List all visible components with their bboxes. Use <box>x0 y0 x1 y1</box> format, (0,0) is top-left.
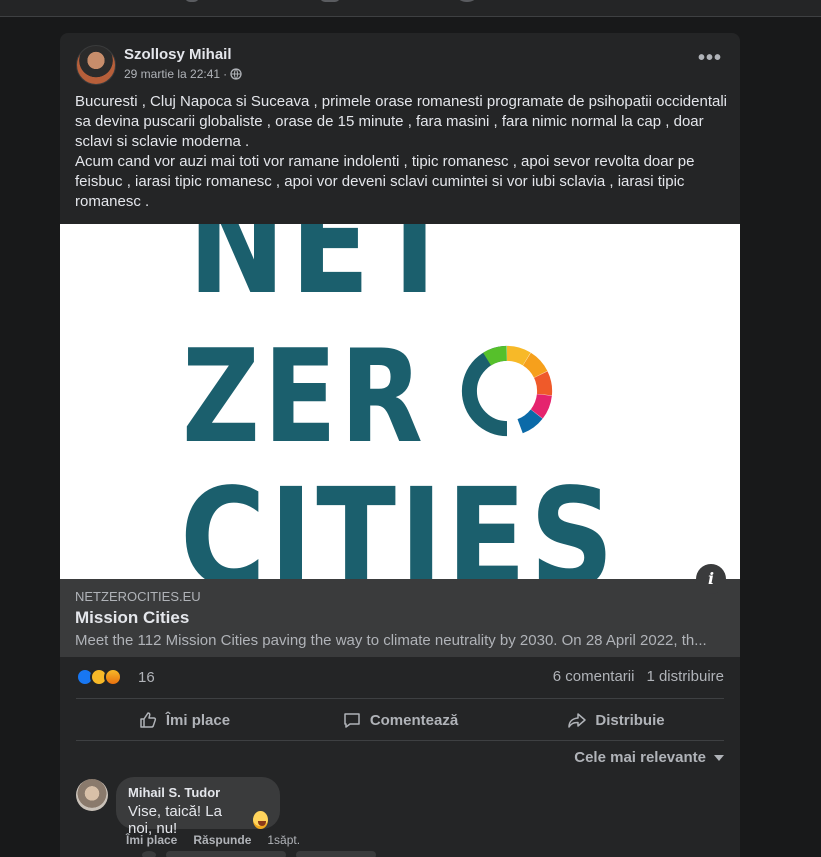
comment-text: Vise, taică! La noi, nu! <box>128 803 222 837</box>
comment-icon <box>344 713 360 728</box>
top-navigation-bar <box>0 0 821 17</box>
engagement-counts: 6 comentarii 1 distribuire <box>553 668 724 685</box>
comment-actions: Îmi place Răspunde 1săpt. <box>126 833 300 847</box>
share-button[interactable]: Distribuie <box>508 700 724 740</box>
sort-label: Cele mai relevante <box>574 749 706 766</box>
author-avatar[interactable] <box>76 45 116 85</box>
caret-down-icon <box>714 754 724 761</box>
nav-icon[interactable] <box>185 0 199 2</box>
meta-separator: · <box>223 67 228 81</box>
share-icon <box>568 713 587 728</box>
post-card: Szollosy Mihail 29 martie la 22:41 · •••… <box>60 33 740 857</box>
laughing-emoji-icon <box>253 811 268 829</box>
comment-item: Mihail S. Tudor Vise, taică! La noi, nu!… <box>76 777 724 857</box>
image-text-cities: CITIES <box>180 460 618 579</box>
post-text: Bucuresti , Cluj Napoca si Suceava , pri… <box>75 92 730 212</box>
comment-reply-button[interactable]: Răspunde <box>193 833 251 847</box>
divider <box>76 698 724 699</box>
angry-reaction-icon <box>104 668 122 686</box>
reaction-count[interactable]: 16 <box>138 669 155 686</box>
post-actions: Îmi place Comentează Distribuie <box>76 700 724 740</box>
sdg-color-wheel <box>461 345 553 437</box>
comment-label: Comentează <box>369 711 459 729</box>
commenter-name[interactable]: Mihail S. Tudor <box>128 785 268 800</box>
shares-count[interactable]: 1 distribuire <box>646 668 724 685</box>
post-header: Szollosy Mihail 29 martie la 22:41 · ••• <box>76 45 724 85</box>
commenter-avatar[interactable] <box>76 779 108 811</box>
post-text-paragraph: Acum cand vor auzi mai toti vor ramane i… <box>75 153 695 210</box>
post-timestamp[interactable]: 29 martie la 22:41 <box>124 67 220 81</box>
post-meta: 29 martie la 22:41 · <box>124 67 242 81</box>
comments-count[interactable]: 6 comentarii <box>553 668 635 685</box>
like-button[interactable]: Îmi place <box>76 700 292 740</box>
reactions-row: 16 6 comentarii 1 distribuire <box>76 667 724 689</box>
comment-bubble: Mihail S. Tudor Vise, taică! La noi, nu! <box>116 777 280 837</box>
link-domain: NETZEROCITIES.EU <box>75 589 201 604</box>
share-label: Distribuie <box>595 711 665 729</box>
comment-sort-dropdown[interactable]: Cele mai relevante <box>574 749 724 766</box>
thumbs-up-icon <box>140 712 157 728</box>
link-title[interactable]: Mission Cities <box>75 608 189 628</box>
globe-icon <box>230 68 242 80</box>
post-text-paragraph: Bucuresti , Cluj Napoca si Suceava , pri… <box>75 93 727 150</box>
like-label: Îmi place <box>165 711 231 729</box>
more-options-button[interactable]: ••• <box>692 48 728 77</box>
comment-button[interactable]: Comentează <box>292 700 508 740</box>
replies-preview[interactable] <box>142 851 442 857</box>
comment-text-row: Vise, taică! La noi, nu! <box>128 803 268 837</box>
comment-like-button[interactable]: Îmi place <box>126 833 177 847</box>
nav-icon[interactable] <box>458 0 476 2</box>
comment-time[interactable]: 1săpt. <box>267 833 300 847</box>
info-icon[interactable]: i <box>696 564 726 594</box>
image-text-zero: ZER <box>182 323 427 472</box>
nav-icon[interactable] <box>320 0 340 2</box>
divider <box>76 740 724 741</box>
image-text-net: NET <box>188 224 460 326</box>
link-preview-image[interactable]: NET ZER CITIES <box>60 224 740 579</box>
reaction-icons[interactable] <box>76 668 122 686</box>
link-preview-meta[interactable]: NETZEROCITIES.EU Mission Cities Meet the… <box>60 579 740 657</box>
link-description: Meet the 112 Mission Cities paving the w… <box>75 632 707 649</box>
author-name[interactable]: Szollosy Mihail <box>124 46 232 63</box>
